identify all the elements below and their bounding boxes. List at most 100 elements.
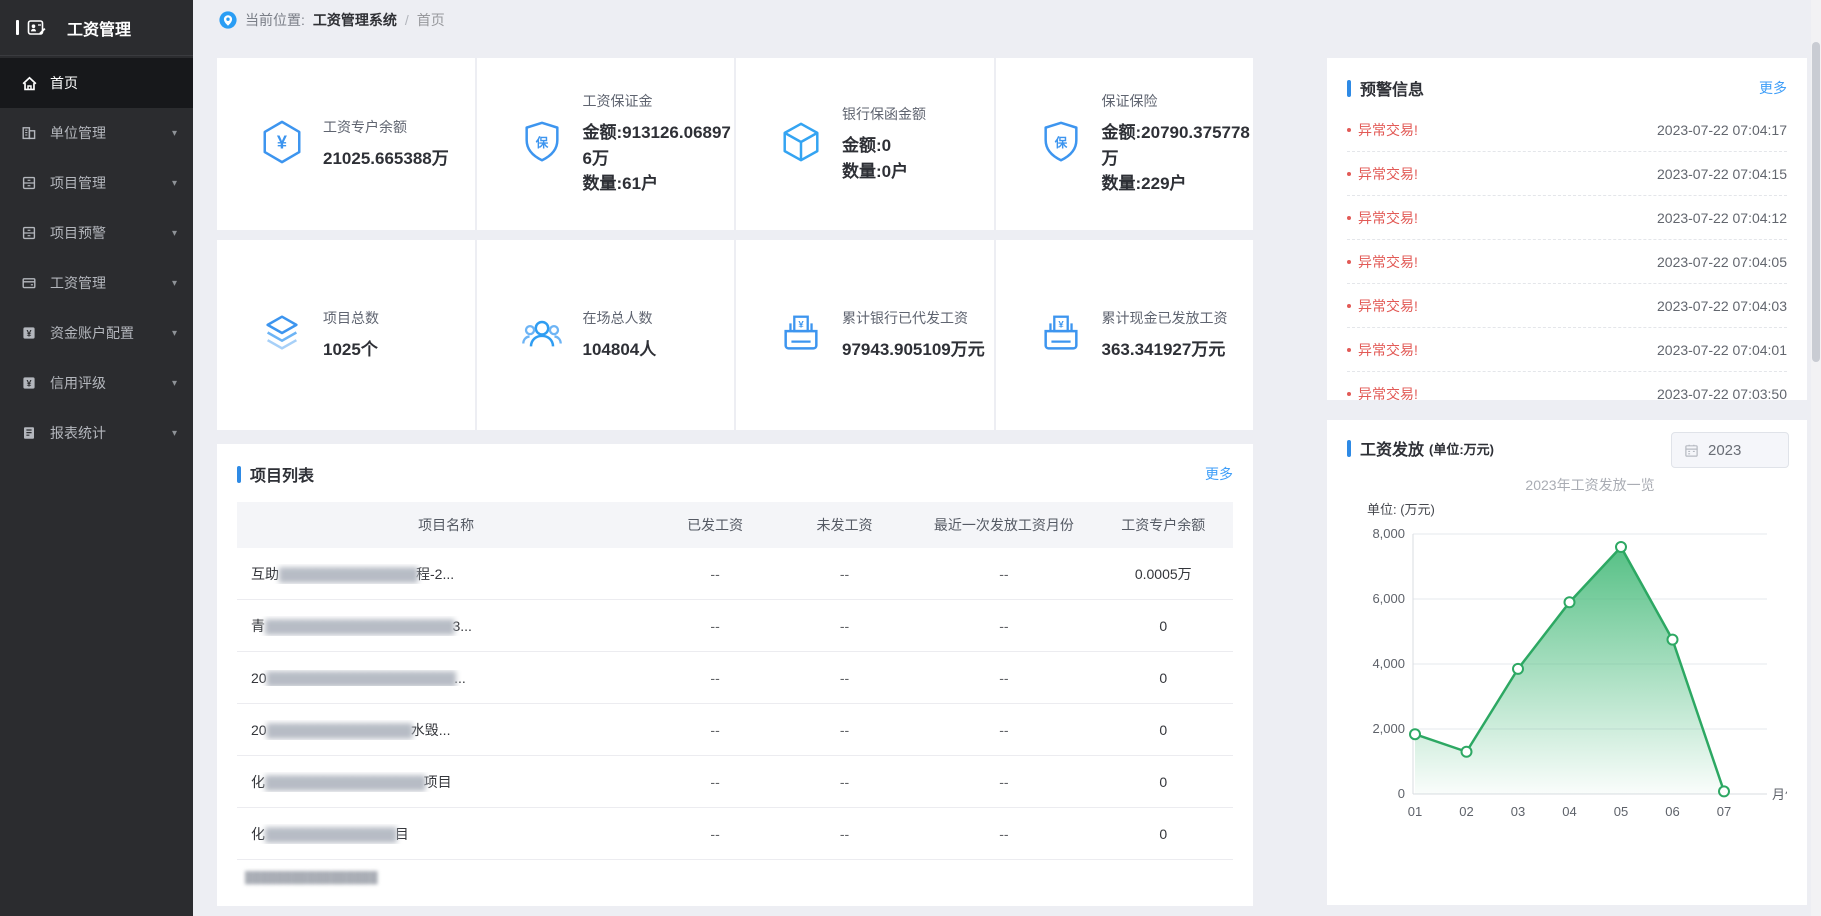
panel-accent-bar	[237, 466, 241, 483]
project-list-more-link[interactable]: 更多	[1205, 464, 1233, 484]
sidebar-item-fund-account[interactable]: ¥资金账户配置▾	[0, 308, 193, 358]
layers-icon	[259, 310, 305, 361]
alert-text: 异常交易!	[1347, 252, 1418, 272]
shield-bao-icon: 保	[1038, 119, 1084, 170]
column-header: 工资专户余额	[1094, 515, 1233, 535]
svg-text:单位: (万元): 单位: (万元)	[1367, 502, 1435, 517]
svg-text:03: 03	[1511, 804, 1525, 819]
shield-bao-icon: 保	[519, 119, 565, 170]
column-header: 未发工资	[775, 515, 914, 535]
last-month-cell: --	[914, 774, 1093, 790]
sidebar-item-credit-rating[interactable]: ¥信用评级▾	[0, 358, 193, 408]
left-column: ¥工资专户余额21025.665388万保工资保证金金额:913126.0689…	[217, 58, 1253, 906]
balance-cell: 0.0005万	[1094, 564, 1233, 584]
table-row[interactable]: 20██████████████████████████...------0	[237, 652, 1233, 704]
alerts-panel: 预警信息 更多 异常交易!2023-07-22 07:04:17异常交易!202…	[1327, 58, 1807, 400]
chevron-down-icon: ▾	[172, 378, 177, 389]
svg-text:2023年工资发放一览: 2023年工资发放一览	[1525, 477, 1654, 493]
redacted-text: ██████████████████	[265, 827, 395, 842]
sidebar-item-unit-mgmt[interactable]: 单位管理▾	[0, 108, 193, 158]
svg-text:06: 06	[1665, 804, 1679, 819]
stat-card-salary-account-balance: ¥工资专户余额21025.665388万	[217, 58, 475, 230]
project-list-title: 项目列表	[250, 462, 314, 486]
alerts-more-link[interactable]: 更多	[1759, 78, 1787, 98]
stat-value: 金额:20790.375778万	[1102, 120, 1254, 171]
alert-text: 异常交易!	[1347, 164, 1418, 184]
breadcrumb: 当前位置: 工资管理系统 / 首页	[193, 0, 1821, 40]
stats-row-2: 项目总数1025个在场总人数104804人¥累计银行已代发工资97943.905…	[217, 240, 1253, 430]
paid-cell: --	[655, 826, 775, 842]
project-name-cell: 20██████████████████████████...	[237, 670, 655, 686]
balance-cell: 0	[1094, 618, 1233, 634]
svg-text:6,000: 6,000	[1372, 591, 1405, 606]
alert-item[interactable]: 异常交易! 2023-07-22 07:04:01	[1347, 328, 1787, 372]
breadcrumb-root-link[interactable]: 工资管理系统	[313, 10, 397, 30]
year-select-value: 2023	[1708, 442, 1741, 459]
panel-accent-bar	[1347, 80, 1351, 97]
stat-card-bank-paid-total: ¥累计银行已代发工资97943.905109万元	[736, 240, 994, 430]
alert-timestamp: 2023-07-22 07:04:17	[1657, 122, 1787, 138]
chevron-down-icon: ▾	[172, 428, 177, 439]
scrollbar-thumb[interactable]	[1812, 42, 1820, 362]
svg-text:保: 保	[534, 134, 548, 149]
sidebar-menu: 首页单位管理▾项目管理▾项目预警▾工资管理▾¥资金账户配置▾¥信用评级▾报表统计…	[0, 56, 193, 458]
sidebar-item-project-mgmt[interactable]: 项目管理 ▾	[0, 158, 193, 208]
project-table-header: 项目名称已发工资未发工资最近一次发放工资月份工资专户余额	[237, 502, 1233, 548]
unpaid-cell: --	[775, 670, 914, 686]
sidebar-item-label: 项目预警	[50, 223, 106, 243]
column-header: 最近一次发放工资月份	[914, 515, 1093, 535]
sidebar-item-label: 信用评级	[50, 373, 106, 393]
alert-text: 异常交易!	[1347, 340, 1418, 360]
alert-item[interactable]: 异常交易!2023-07-22 07:04:03	[1347, 284, 1787, 328]
sidebar-item-project-alert[interactable]: 项目预警▾	[0, 208, 193, 258]
salary-chart-unit-suffix: (单位:万元)	[1429, 439, 1494, 458]
year-select[interactable]: 2023	[1671, 432, 1789, 468]
unpaid-cell: --	[775, 722, 914, 738]
sidebar-item-report-stats[interactable]: 报表统计 ▾	[0, 408, 193, 458]
stat-card-cash-paid-total: ¥累计现金已发放工资363.341927万元	[996, 240, 1254, 430]
stat-value: 金额:0	[842, 133, 926, 159]
alert-item[interactable]: 异常交易!2023-07-22 07:03:50	[1347, 372, 1787, 400]
alert-item[interactable]: 异常交易!2023-07-22 07:04:05	[1347, 240, 1787, 284]
paid-cell: --	[655, 618, 775, 634]
page-scrollbar[interactable]	[1811, 0, 1821, 916]
cash-yen-icon: ¥	[778, 310, 824, 361]
salary-line-chart: 2023年工资发放一览单位: (万元)02,0004,0006,0008,000…	[1347, 474, 1787, 837]
sidebar: 工资管理 首页单位管理▾项目管理▾项目预警▾工资管理▾¥资金账户配置▾¥信用评级…	[0, 0, 193, 916]
home-icon	[20, 74, 38, 92]
alert-item[interactable]: 异常交易! 2023-07-22 07:04:15	[1347, 152, 1787, 196]
chevron-down-icon: ▾	[172, 178, 177, 189]
table-row[interactable]: 20████████████████████水毁...------0	[237, 704, 1233, 756]
building-icon	[20, 124, 38, 142]
sidebar-item-home[interactable]: 首页	[0, 58, 193, 108]
last-month-cell: --	[914, 670, 1093, 686]
table-row[interactable]: 互助███████████████████程-2...------0.0005万	[237, 548, 1233, 600]
alert-timestamp: 2023-07-22 07:04:15	[1657, 166, 1787, 182]
sidebar-item-label: 单位管理	[50, 123, 106, 143]
unpaid-cell: --	[775, 774, 914, 790]
unpaid-cell: --	[775, 826, 914, 842]
sidebar-item-label: 项目管理	[50, 173, 106, 193]
alert-item[interactable]: 异常交易!2023-07-22 07:04:12	[1347, 196, 1787, 240]
alert-dot-icon	[1347, 348, 1351, 352]
balance-cell: 0	[1094, 670, 1233, 686]
breadcrumb-current[interactable]: 首页	[417, 10, 445, 30]
redacted-text: ██████████████████████████	[267, 671, 454, 686]
stat-value: 363.341927万元	[1102, 337, 1228, 363]
table-row[interactable]: 化██████████████████目------0	[237, 808, 1233, 860]
sidebar-item-label: 报表统计	[50, 423, 106, 443]
app-logo: 工资管理	[0, 0, 193, 56]
yen-hexagon-icon: ¥	[259, 119, 305, 170]
table-row[interactable]: 青██████████████████████████3...------0	[237, 600, 1233, 652]
table-row[interactable]: 化██████████████████████项目------0	[237, 756, 1233, 808]
alert-dot-icon	[1347, 172, 1351, 176]
alert-item[interactable]: 异常交易!2023-07-22 07:04:17	[1347, 108, 1787, 152]
project-name-cell: 20████████████████████水毁...	[237, 720, 655, 740]
sidebar-item-salary-mgmt[interactable]: 工资管理▾	[0, 258, 193, 308]
alert-timestamp: 2023-07-22 07:04:01	[1657, 342, 1787, 358]
svg-text:8,000: 8,000	[1372, 526, 1405, 541]
breadcrumb-separator: /	[405, 12, 409, 28]
alert-timestamp: 2023-07-22 07:04:12	[1657, 210, 1787, 226]
svg-text:07: 07	[1717, 804, 1731, 819]
column-header: 已发工资	[655, 515, 775, 535]
